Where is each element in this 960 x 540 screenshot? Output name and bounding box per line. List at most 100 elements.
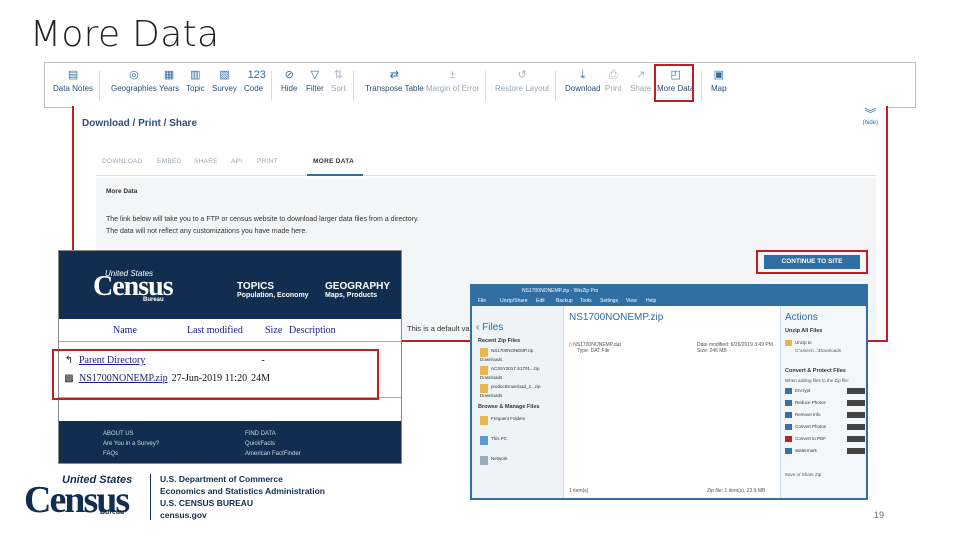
years-button[interactable]: ▦ Years [159,69,179,93]
convert-pdf-toggle[interactable]: Convert to PDF [785,436,866,442]
download-icon: ⤓ [580,69,586,81]
tab-more-data[interactable]: MORE DATA [313,158,354,165]
default-note: This is a default va [407,324,470,333]
save-share-label: Save or Share Zip [785,472,822,477]
unzip-all-label[interactable]: Unzip All Files [785,328,822,334]
menu-settings[interactable]: Settings [600,296,618,306]
encrypt-toggle[interactable]: Encrypt [785,388,866,394]
list-item[interactable]: This PC [480,436,560,445]
folder-icon [480,348,488,357]
tab-download[interactable]: DOWNLOAD [102,158,143,165]
slide-title: More Data [30,14,220,55]
toolbar-divider [99,71,100,101]
print-icon: ⎙ [608,69,618,81]
unzip-to-button[interactable]: Unzip to [785,340,866,346]
toggle-switch[interactable] [847,448,865,454]
list-item[interactable]: productDownload_2...zip Downloads [480,384,560,399]
menu-edit[interactable]: Edit [536,296,545,306]
map-button[interactable]: ▣ Map [711,69,727,93]
files-header[interactable]: ‹ Files [476,322,503,333]
winzip-contents-pane: NS1700NONEMP.zip ▯ NS1700NONEMP.dat Date… [565,306,779,498]
transpose-icon: ⇄ [389,69,399,81]
ftp-file-highlight [52,349,379,400]
footer-about-heading: ABOUT US [103,431,134,437]
nav-topics[interactable]: TOPICS [237,281,274,292]
toggle-switch[interactable] [847,412,865,418]
print-button[interactable]: ⎙ Print [605,69,621,93]
toggle-switch[interactable] [847,400,865,406]
dept-line-2: Economics and Statistics Administration [160,486,325,496]
tab-api[interactable]: API [231,158,242,165]
toggle-switch[interactable] [847,388,865,394]
menu-backup[interactable]: Backup [556,296,573,306]
toolbar-divider [555,71,556,101]
menu-unzip-share[interactable]: Unzip/Share [500,296,528,306]
geographies-button[interactable]: ◎ Geographies [111,69,157,93]
reduce-photos-toggle[interactable]: Reduce Photos [785,400,866,406]
toggle-switch[interactable] [847,424,865,430]
remove-info-toggle[interactable]: Remove Info [785,412,866,418]
content-line-1: The link below will take you to a FTP or… [106,216,419,223]
survey-button[interactable]: ▧ Survey [212,69,237,93]
sort-button[interactable]: ⇅ Sort [331,69,346,93]
logo-divider [150,474,151,520]
footer-link[interactable]: Are You in a Survey? [103,441,159,447]
nav-geography[interactable]: GEOGRAPHY [325,281,390,292]
toolbar-divider [353,71,354,101]
filter-button[interactable]: ▽ Filter [306,69,324,93]
col-name[interactable]: Name [113,325,137,336]
dept-line-4: census.gov [160,510,207,520]
hide-button[interactable]: ⊘ Hide [281,69,297,93]
more-data-highlight [654,64,694,102]
convert-sub: When adding files to the Zip file: [785,378,850,383]
pdf-icon [785,436,792,442]
map-icon: ▣ [713,69,724,81]
convert-photos-toggle[interactable]: Convert Photos [785,424,866,430]
footer-link[interactable]: QuickFacts [245,441,275,447]
toolbar-divider [485,71,486,101]
remove-icon [785,412,792,418]
download-button[interactable]: ⤓ Download [565,69,601,93]
tab-print[interactable]: PRINT [257,158,278,165]
table-row[interactable]: ▯ NS1700NONEMP.dat Date modified: 6/26/2… [569,342,775,354]
menu-file[interactable]: File [478,296,486,306]
collapse-panel-button[interactable]: ︾ (hide) [863,108,878,128]
footer-link[interactable]: FAQs [103,451,118,457]
folder-icon [785,340,792,346]
page-number: 19 [874,510,885,520]
watermark-toggle[interactable]: Watermark [785,448,866,454]
continue-to-site-button[interactable]: CONTINUE TO SITE [764,255,860,269]
tab-embed[interactable]: EMBED [157,158,182,165]
menu-view[interactable]: View [626,296,637,306]
list-item[interactable]: Network [480,456,560,465]
menu-help[interactable]: Help [646,296,656,306]
code-icon: 123 [247,69,266,81]
toggle-switch[interactable] [847,436,865,442]
transpose-table-button[interactable]: ⇄ Transpose Table [365,69,424,93]
tab-share[interactable]: SHARE [194,158,218,165]
share-button[interactable]: ↗ Share [630,69,651,93]
list-item[interactable]: NS1700NONEMP.zip Downloads [480,348,560,363]
winzip-title-bar: NS1700NONEMP.zip - WinZip Pro [472,286,866,296]
hide-icon: ⊘ [284,69,294,81]
col-last-modified[interactable]: Last modified [187,325,243,336]
restore-layout-button[interactable]: ↺ Restore Layout [495,69,549,93]
code-button[interactable]: 123 Code [244,69,266,93]
margin-of-error-button[interactable]: ± Margin of Error [426,69,479,93]
winzip-actions-pane: Actions Unzip All Files Unzip to C:\User… [780,306,866,498]
col-size[interactable]: Size [265,325,282,336]
footer-link[interactable]: American FactFinder [245,451,301,457]
unzip-path: C:\Users\...\Downloads [795,348,842,353]
winzip-menu-bar: File Unzip/Share Edit Backup Tools Setti… [472,296,866,306]
data-notes-button[interactable]: ▤ Data Notes [53,69,93,93]
ftp-logo-bureau: Bureau [143,297,164,303]
dept-line-1: U.S. Department of Commerce [160,474,283,484]
menu-tools[interactable]: Tools [580,296,592,306]
folder-icon [480,384,488,393]
census-site-header: United States Census Bureau TOPICS Popul… [59,251,401,319]
sort-icon: ⇅ [333,69,343,81]
topic-button[interactable]: ▥ Topic [186,69,205,93]
list-item[interactable]: Frequent Folders [480,416,560,425]
list-item[interactable]: ACS5Y2017.S1701...zip Downloads [480,366,560,381]
col-description[interactable]: Description [289,325,336,336]
